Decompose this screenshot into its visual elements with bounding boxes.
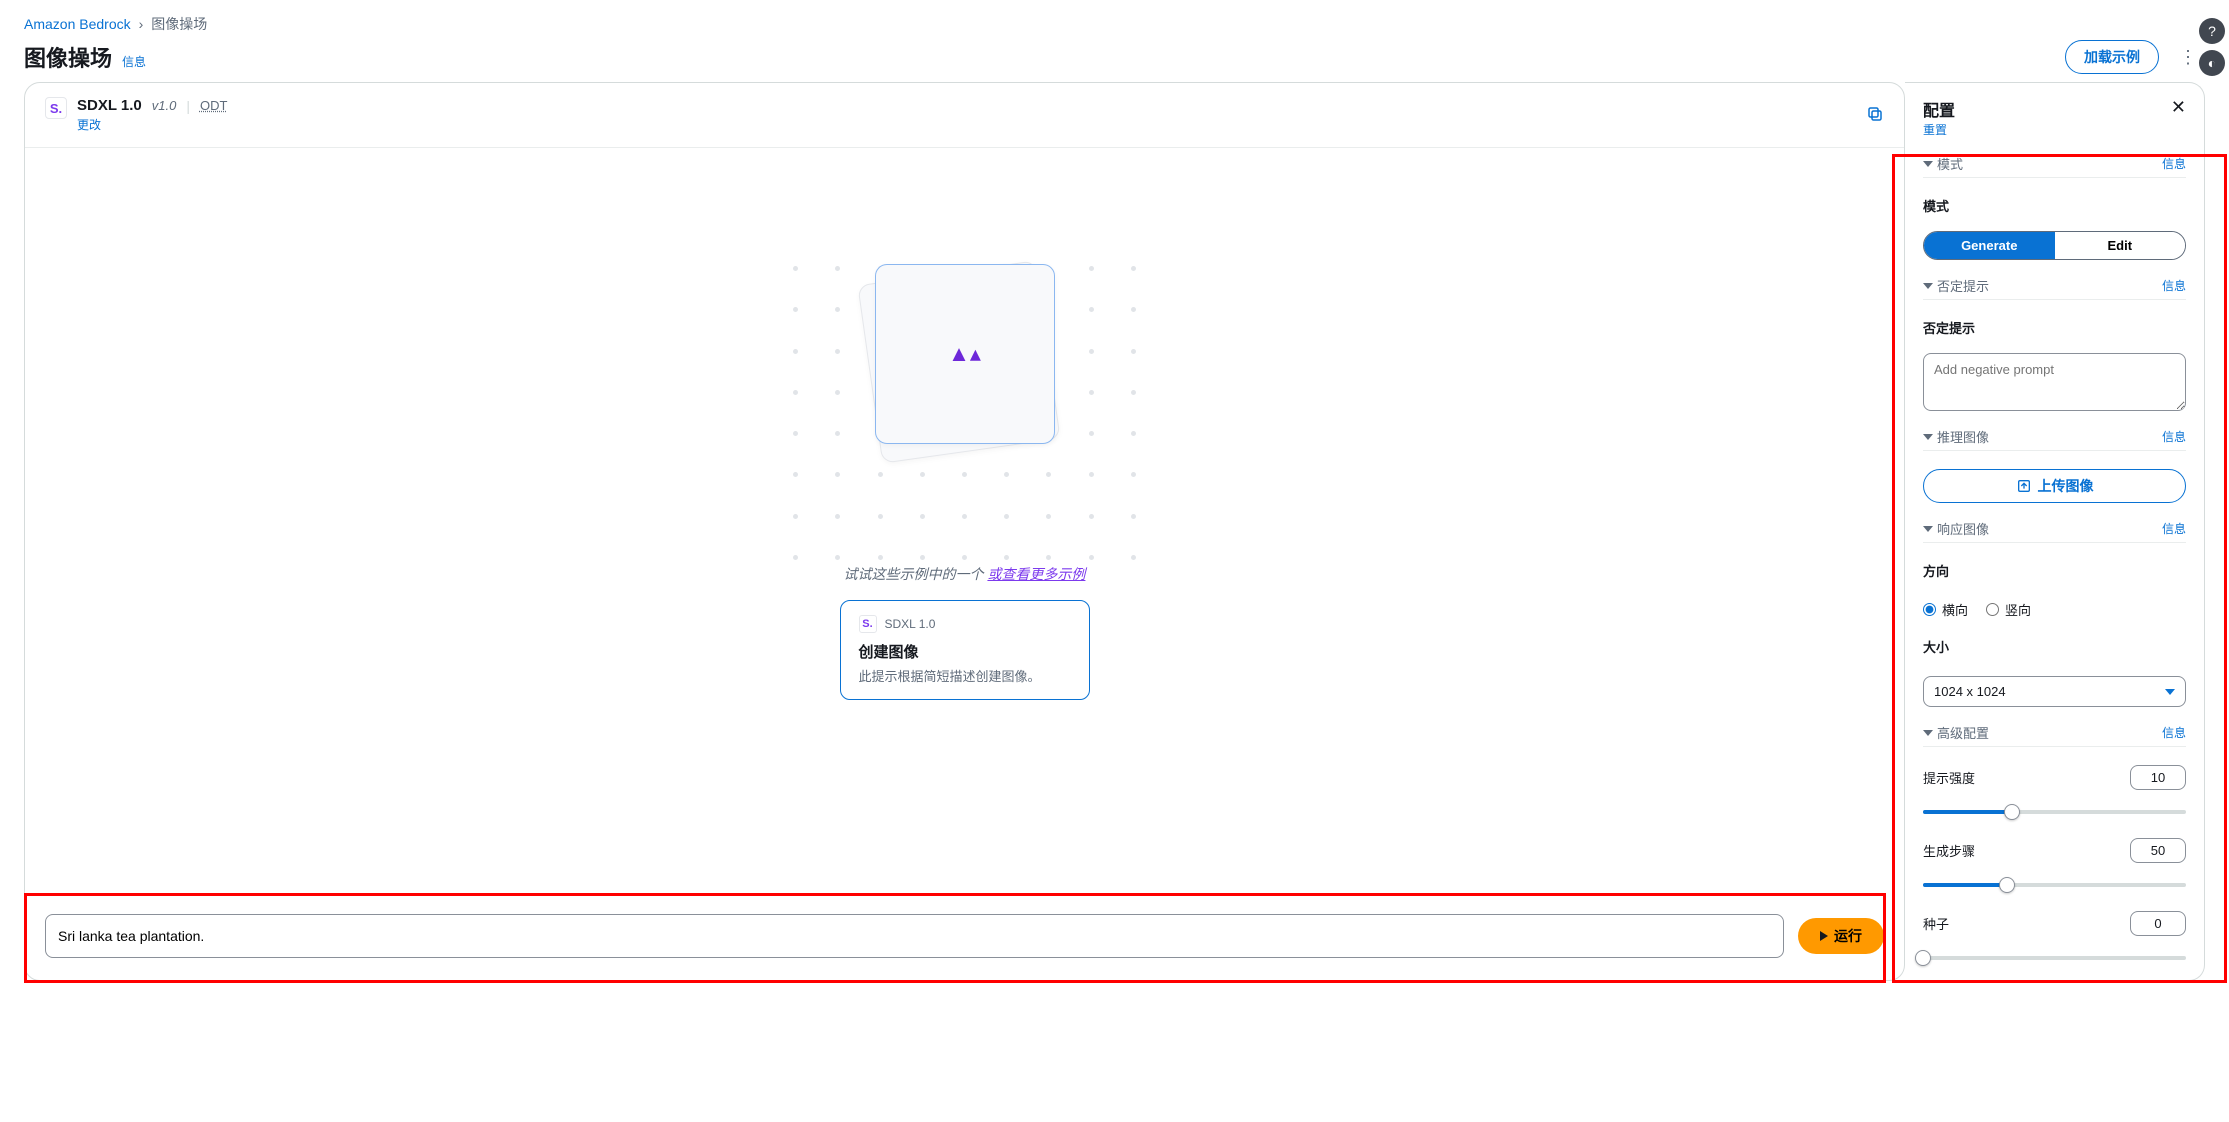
run-button[interactable]: 运行 [1798,918,1884,954]
section-response-image[interactable]: 响应图像 信息 [1923,519,2186,543]
main-panel: S. SDXL 1.0 v1.0 | ODT 更改 [24,82,1905,981]
model-name: SDXL 1.0 [77,97,142,114]
change-model-link[interactable]: 更改 [77,116,227,133]
size-select[interactable]: 1024 x 1024 [1923,676,2186,707]
chevron-down-icon [1923,161,1933,167]
image-placeholder-icon: ▲▴ [948,341,981,367]
orientation-horizontal-radio[interactable]: 横向 [1923,600,1968,619]
chevron-down-icon [1923,730,1933,736]
negative-prompt-input[interactable] [1923,353,2186,411]
play-icon [1820,931,1828,941]
chevron-right-icon: › [139,16,144,32]
breadcrumb-root-link[interactable]: Amazon Bedrock [24,16,131,32]
section-inference-image[interactable]: 推理图像 信息 [1923,427,2186,451]
copy-icon[interactable] [1866,105,1884,126]
size-label: 大小 [1923,637,2186,656]
help-icon[interactable]: ? [2199,18,2225,44]
prompt-strength-label: 提示强度 [1923,768,1975,787]
mode-edit-button[interactable]: Edit [2055,232,2186,259]
seed-value[interactable]: 0 [2130,911,2186,936]
example-model-name: SDXL 1.0 [885,617,936,631]
chevron-down-icon [1923,526,1933,532]
model-provider-icon: S. [45,97,67,119]
placeholder-card-front: ▲▴ [875,264,1055,444]
page-title: 图像操场 [24,41,112,73]
steps-slider[interactable] [1923,877,2186,893]
example-model-icon: S. [859,615,877,633]
negative-prompt-label: 否定提示 [1923,318,2186,337]
load-examples-button[interactable]: 加载示例 [2065,40,2159,74]
size-selected-value: 1024 x 1024 [1934,684,2006,699]
prompt-strength-value[interactable]: 10 [2130,765,2186,790]
close-config-button[interactable]: ✕ [2171,97,2186,118]
model-version: v1.0 [152,98,177,113]
seed-label: 种子 [1923,914,1949,933]
orientation-label: 方向 [1923,561,2186,580]
run-button-label: 运行 [1834,926,1862,946]
section-advanced[interactable]: 高级配置 信息 [1923,723,2186,747]
upload-image-button[interactable]: 上传图像 [1923,469,2186,503]
prompt-input[interactable] [45,914,1784,958]
resp-info-link[interactable]: 信息 [2162,520,2186,537]
reset-config-link[interactable]: 重置 [1923,121,1955,138]
mode-info-link[interactable]: 信息 [2162,155,2186,172]
neg-info-link[interactable]: 信息 [2162,277,2186,294]
floating-help-icons: ? ◐ [2199,18,2225,76]
steps-value[interactable]: 50 [2130,838,2186,863]
page-info-link[interactable]: 信息 [122,53,146,70]
orientation-vertical-radio[interactable]: 竖向 [1986,600,2031,619]
steps-label: 生成步骤 [1923,841,1975,860]
config-title: 配置 [1923,97,1955,121]
model-odt-label: ODT [200,98,227,113]
chevron-down-icon [1923,283,1933,289]
example-title: 创建图像 [859,641,1071,662]
chevron-down-icon [2165,689,2175,695]
config-panel: 配置 重置 ✕ 模式 信息 模式 Generate Edit 否定提示 信息 否… [1905,82,2205,981]
chevron-down-icon [1923,434,1933,440]
settings-icon[interactable]: ◐ [2199,50,2225,76]
upload-icon [2016,478,2032,494]
prompt-strength-slider[interactable] [1923,804,2186,820]
infer-info-link[interactable]: 信息 [2162,428,2186,445]
mode-toggle: Generate Edit [1923,231,2186,260]
breadcrumb: Amazon Bedrock › 图像操场 [24,14,2205,34]
example-description: 此提示根据简短描述创建图像。 [859,666,1071,685]
seed-slider[interactable] [1923,950,2186,966]
mode-label: 模式 [1923,196,2186,215]
example-card[interactable]: S. SDXL 1.0 创建图像 此提示根据简短描述创建图像。 [840,600,1090,700]
section-negative-prompt[interactable]: 否定提示 信息 [1923,276,2186,300]
section-mode[interactable]: 模式 信息 [1923,154,2186,178]
adv-info-link[interactable]: 信息 [2162,724,2186,741]
mode-generate-button[interactable]: Generate [1924,232,2055,259]
image-canvas-placeholder: ▲▴ 试试这些示例中的一个 或查看更多示例 S. SDXL 1.0 创建图像 此… [25,148,1904,896]
breadcrumb-current: 图像操场 [151,14,207,34]
